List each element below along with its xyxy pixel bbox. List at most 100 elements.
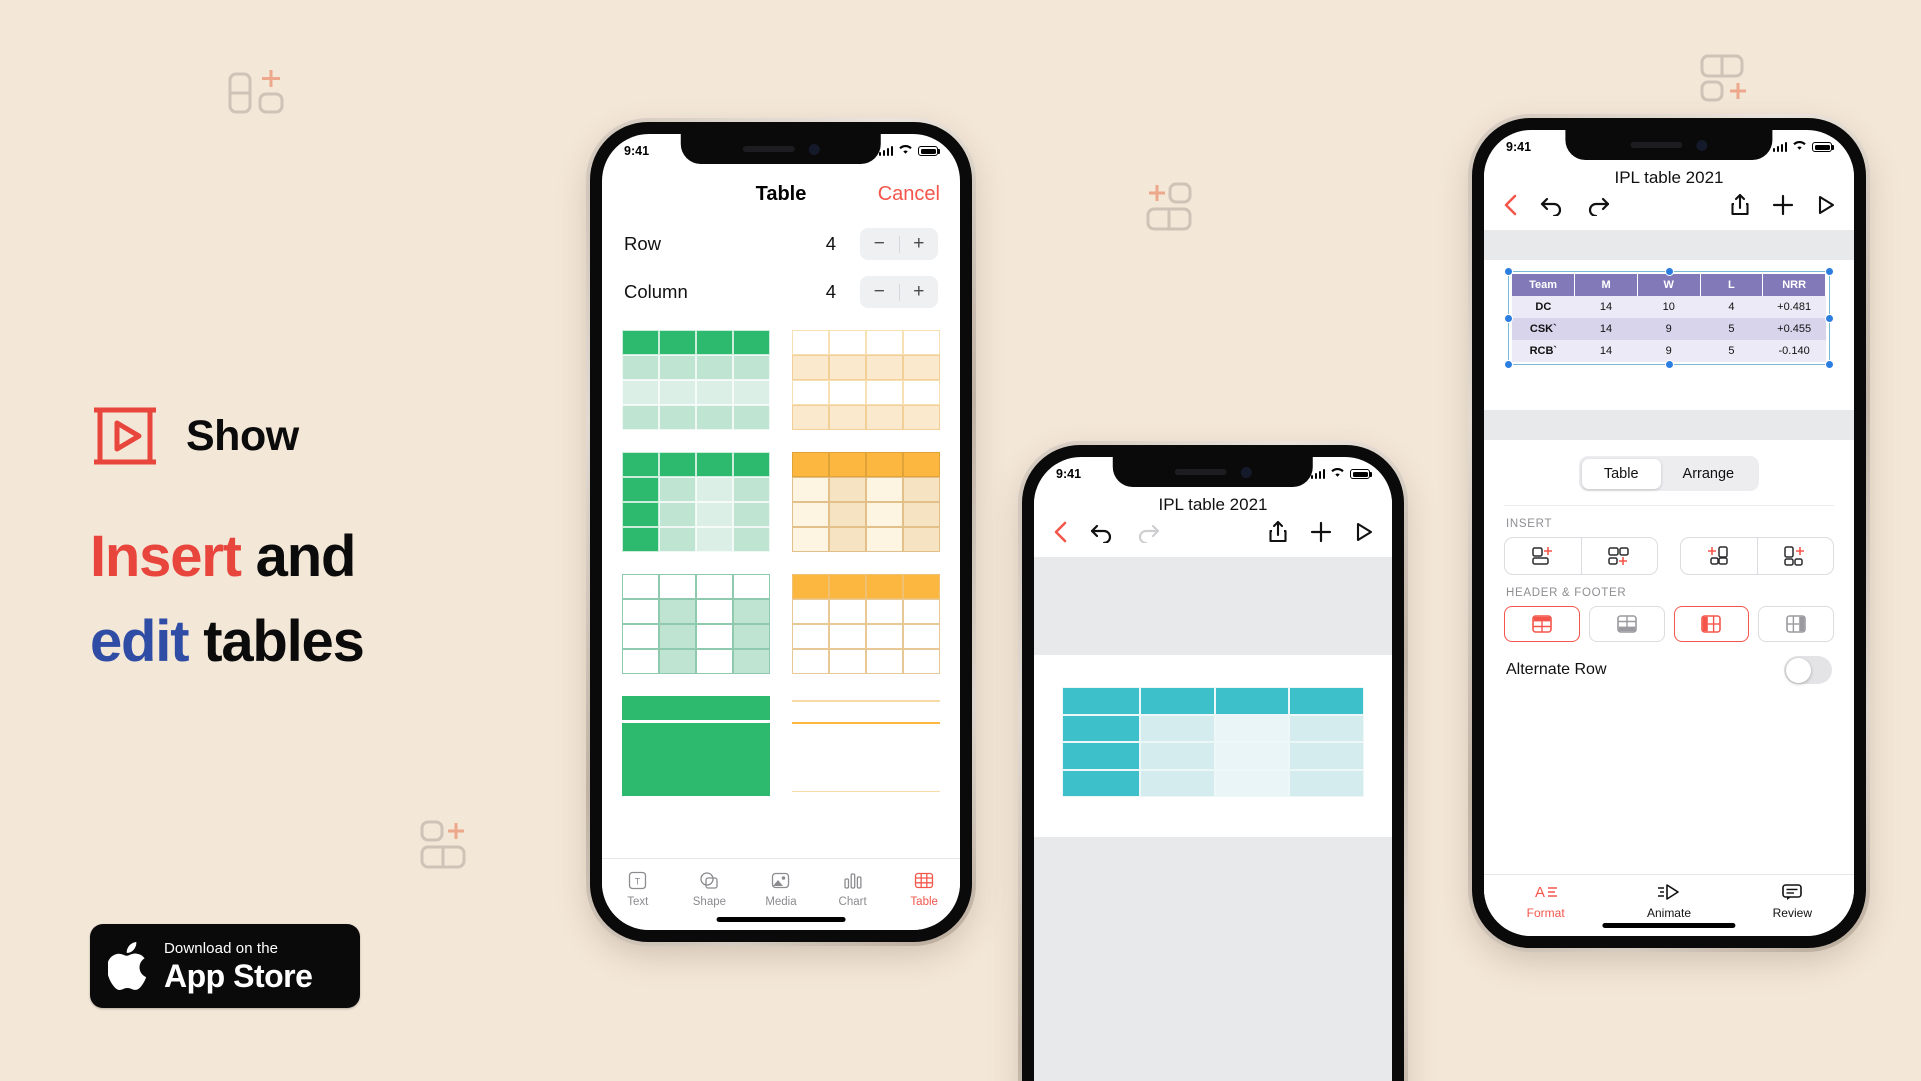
comment-icon bbox=[1731, 881, 1854, 903]
insert-column-buttons bbox=[1680, 537, 1834, 575]
app-store-small-label: Download on the bbox=[164, 939, 279, 957]
phone2-canvas[interactable] bbox=[1034, 557, 1392, 1081]
resize-handle[interactable] bbox=[1665, 267, 1674, 276]
format-text-icon: A bbox=[1484, 881, 1607, 903]
battery-full-icon bbox=[918, 146, 940, 156]
header-footer-section-heading: HEADER & FOOTER bbox=[1506, 587, 1627, 599]
tab-label: Text bbox=[627, 896, 649, 908]
tab-chart[interactable]: Chart bbox=[817, 867, 889, 908]
show-play-icon bbox=[90, 405, 162, 467]
document-title: IPL table 2021 bbox=[1614, 168, 1724, 187]
header-row-icon[interactable] bbox=[1504, 606, 1580, 642]
alternate-row-label: Alternate Row bbox=[1506, 661, 1607, 678]
promo-line1-accent: Insert bbox=[90, 524, 242, 589]
text-box-icon: T bbox=[602, 867, 674, 893]
play-icon[interactable] bbox=[1354, 521, 1374, 548]
resize-handle[interactable] bbox=[1825, 267, 1834, 276]
phone2-notch bbox=[1112, 457, 1314, 487]
row-value: 4 bbox=[825, 233, 836, 254]
status-time: 9:41 bbox=[624, 144, 650, 158]
add-row-above-icon[interactable] bbox=[1505, 538, 1581, 574]
tab-table[interactable]: Table bbox=[888, 867, 960, 908]
tab-label: Table bbox=[910, 896, 938, 908]
cancel-button[interactable]: Cancel bbox=[878, 183, 940, 206]
segment-arrange[interactable]: Arrange bbox=[1661, 459, 1757, 489]
add-column-right-icon[interactable] bbox=[1756, 538, 1834, 574]
resize-handle[interactable] bbox=[1825, 360, 1834, 369]
tab-label: Animate bbox=[1646, 906, 1691, 920]
photo-icon bbox=[745, 867, 817, 893]
phone1-nav-bar: Table Cancel bbox=[602, 168, 960, 220]
wifi-icon bbox=[1330, 467, 1345, 481]
table-style-option[interactable] bbox=[622, 330, 770, 430]
redo-arrow-icon[interactable] bbox=[1586, 194, 1610, 221]
tab-label: Review bbox=[1772, 906, 1812, 920]
table-style-option[interactable] bbox=[622, 452, 770, 552]
table-arrange-segmented-control[interactable]: Table Arrange bbox=[1579, 456, 1759, 491]
header-column-icon[interactable] bbox=[1673, 606, 1750, 642]
row-stepper[interactable]: − + bbox=[860, 228, 938, 260]
slide-area[interactable] bbox=[1034, 655, 1392, 837]
column-label: Column bbox=[624, 281, 688, 302]
phone3-nav-bar: IPL table 2021 bbox=[1484, 164, 1854, 230]
table-style-option[interactable] bbox=[792, 696, 940, 796]
insert-section-heading: INSERT bbox=[1506, 518, 1553, 530]
column-stepper[interactable]: − + bbox=[860, 276, 938, 308]
play-icon[interactable] bbox=[1816, 194, 1836, 221]
app-store-button[interactable]: Download on the App Store bbox=[90, 924, 360, 1008]
plus-icon[interactable] bbox=[1310, 521, 1332, 548]
add-column-left-icon[interactable] bbox=[1681, 538, 1757, 574]
tab-review[interactable]: Review bbox=[1731, 881, 1854, 936]
row-minus-button[interactable]: − bbox=[860, 228, 899, 260]
earpiece-speaker bbox=[742, 146, 795, 152]
table-style-option[interactable] bbox=[792, 330, 940, 430]
back-chevron-icon[interactable] bbox=[1502, 193, 1518, 222]
share-icon[interactable] bbox=[1268, 520, 1288, 549]
table-style-option[interactable] bbox=[792, 574, 940, 674]
column-plus-button[interactable]: + bbox=[900, 276, 939, 308]
status-time: 9:41 bbox=[1506, 140, 1532, 154]
tab-media[interactable]: Media bbox=[745, 867, 817, 908]
resize-handle[interactable] bbox=[1504, 314, 1513, 323]
slide-area[interactable]: Team M W L NRR DC 14 10 4 +0.481 CSK` 14… bbox=[1484, 260, 1854, 410]
home-indicator[interactable] bbox=[1602, 923, 1736, 928]
back-chevron-icon[interactable] bbox=[1052, 520, 1068, 549]
empty-teal-table[interactable] bbox=[1062, 687, 1364, 797]
phone3-canvas[interactable]: Team M W L NRR DC 14 10 4 +0.481 CSK` 14… bbox=[1484, 230, 1854, 440]
alternate-row-toggle[interactable] bbox=[1784, 656, 1832, 684]
ipl-table-selection[interactable]: Team M W L NRR DC 14 10 4 +0.481 CSK` 14… bbox=[1504, 267, 1834, 369]
row-plus-button[interactable]: + bbox=[900, 228, 939, 260]
insert-row-buttons bbox=[1504, 537, 1658, 575]
table-style-option[interactable] bbox=[792, 452, 940, 552]
footer-column-icon[interactable] bbox=[1758, 606, 1834, 642]
table-style-option[interactable] bbox=[622, 696, 770, 796]
resize-handle[interactable] bbox=[1665, 360, 1674, 369]
shapes-icon bbox=[674, 867, 746, 893]
add-row-below-icon[interactable] bbox=[1580, 538, 1658, 574]
column-stepper-row: Column 4 − + bbox=[602, 268, 960, 316]
resize-handle[interactable] bbox=[1504, 360, 1513, 369]
column-minus-button[interactable]: − bbox=[860, 276, 899, 308]
home-indicator[interactable] bbox=[716, 917, 846, 922]
footer-row-icon[interactable] bbox=[1588, 606, 1665, 642]
segment-table[interactable]: Table bbox=[1581, 458, 1661, 489]
tab-label: Shape bbox=[692, 896, 727, 908]
resize-handle[interactable] bbox=[1504, 267, 1513, 276]
earpiece-speaker bbox=[1174, 469, 1227, 475]
wifi-icon bbox=[898, 144, 913, 158]
tab-format[interactable]: A Format bbox=[1484, 881, 1607, 936]
resize-handle[interactable] bbox=[1825, 314, 1834, 323]
plus-icon[interactable] bbox=[1772, 194, 1794, 221]
redo-arrow-icon[interactable] bbox=[1136, 521, 1160, 548]
tab-label: Media bbox=[765, 896, 797, 908]
undo-arrow-icon[interactable] bbox=[1540, 194, 1564, 221]
table-style-option[interactable] bbox=[622, 574, 770, 674]
cellular-bars-icon bbox=[878, 146, 893, 156]
tab-shape[interactable]: Shape bbox=[674, 867, 746, 908]
share-icon[interactable] bbox=[1730, 193, 1750, 222]
phone2-nav-bar: IPL table 2021 bbox=[1034, 491, 1392, 557]
battery-full-icon bbox=[1812, 142, 1834, 152]
undo-arrow-icon[interactable] bbox=[1090, 521, 1114, 548]
table-insert-glyph-top-right bbox=[1700, 52, 1764, 104]
tab-text[interactable]: T Text bbox=[602, 867, 674, 908]
